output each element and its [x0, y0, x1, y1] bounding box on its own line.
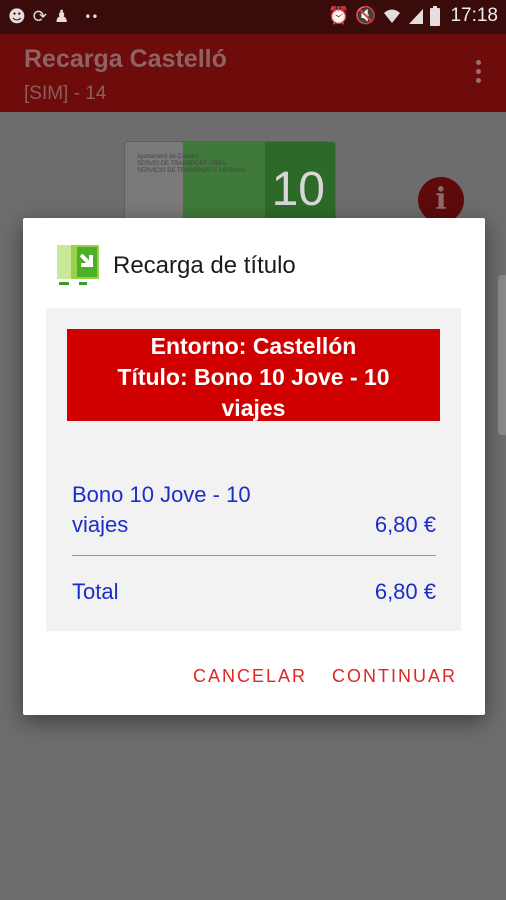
- status-time: 17:18: [450, 5, 498, 26]
- divider: [72, 555, 436, 556]
- info-icon[interactable]: i: [418, 177, 464, 223]
- app-bar: Recarga Castelló [SIM] - 14: [0, 34, 506, 112]
- edge-scroll-handle[interactable]: [498, 275, 506, 435]
- app-subtitle: [SIM] - 14: [24, 83, 107, 104]
- status-bar: ☻ ⟳ ♟ •• ⏰ 🔇 17:18: [0, 0, 506, 34]
- dialog-content: Entorno: Castellón Título: Bono 10 Jove …: [46, 308, 461, 631]
- person-icon: ♟: [53, 7, 70, 27]
- transport-card-image: Ajuntament de Castelló SERVEI DE TRANSPO…: [124, 141, 336, 223]
- item-name: Bono 10 Jove - 10 viajes: [72, 482, 251, 537]
- dialog-header: Recarga de título: [55, 243, 296, 289]
- dialog-actions: CANCELAR CONTINUAR: [193, 666, 457, 687]
- title-banner: Entorno: Castellón Título: Bono 10 Jove …: [67, 329, 440, 421]
- recharge-dialog: Recarga de título Entorno: Castellón Tít…: [23, 218, 485, 715]
- card-number: 10: [271, 163, 325, 216]
- total-label: Total: [72, 579, 119, 604]
- signal-icon: [409, 9, 424, 24]
- whatsapp-icon: ☻: [8, 7, 26, 27]
- dialog-title: Recarga de título: [113, 252, 296, 279]
- wifi-icon: [384, 9, 401, 23]
- more-dots-icon: ••: [84, 10, 99, 24]
- continue-button[interactable]: CONTINUAR: [332, 666, 457, 687]
- mute-icon: 🔇: [355, 6, 377, 26]
- item-price: 6,80 €: [374, 512, 436, 537]
- app-title: Recarga Castelló: [24, 45, 227, 73]
- banner-line-2: Título: Bono 10 Jove - 10: [117, 364, 390, 390]
- total-value: 6,80 €: [374, 579, 436, 604]
- cancel-button[interactable]: CANCELAR: [193, 666, 307, 687]
- battery-icon: [430, 6, 441, 26]
- banner-line-1: Entorno: Castellón: [150, 333, 357, 359]
- banner-line-3: viajes: [221, 395, 286, 421]
- status-left-icons: ☻ ⟳ ♟ ••: [8, 7, 98, 27]
- recharge-app-icon: [55, 243, 101, 289]
- sync-icon: ⟳: [32, 7, 47, 27]
- alarm-icon: ⏰: [328, 6, 350, 26]
- card-text: Ajuntament de Castelló SERVEI DE TRANSPO…: [137, 154, 246, 174]
- status-right-icons: ⏰ 🔇 17:18: [328, 5, 498, 27]
- total-row: Total 6,80 €: [72, 576, 436, 608]
- overflow-menu-icon[interactable]: [474, 60, 482, 86]
